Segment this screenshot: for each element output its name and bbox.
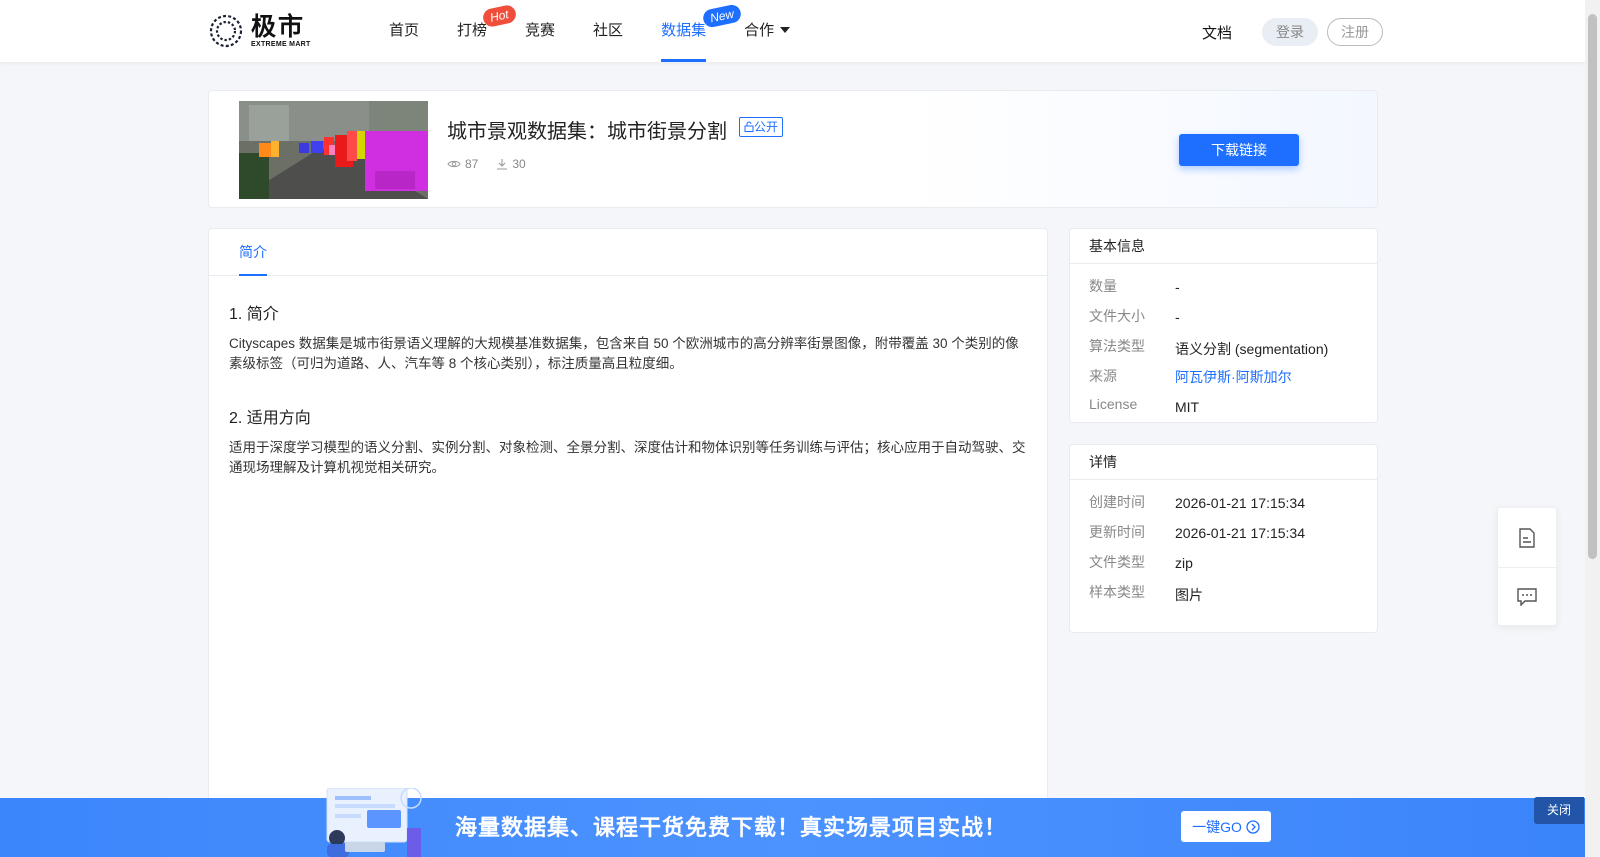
nav-home-label: 首页: [389, 22, 420, 39]
basic-info-card: 基本信息 数量 - 文件大小 - 算法类型 语义分割 (segmentation) 来…: [1069, 228, 1378, 423]
logo-en-text: EXTREME MART: [251, 40, 311, 48]
promo-go-label: 一键GO: [1192, 818, 1242, 835]
logo-mark-icon: [207, 12, 245, 50]
intro-panel: 简介 1. 简介 Cityscapes 数据集是城市街景语义理解的大规模基准数据…: [208, 228, 1048, 857]
nav-leaderboard[interactable]: 打榜 Hot: [438, 0, 518, 62]
document-icon: [1519, 527, 1535, 548]
info-value: zip: [1175, 555, 1193, 571]
info-row-license: License MIT: [1089, 392, 1358, 422]
promo-go-button[interactable]: 一键GO: [1181, 811, 1271, 842]
caret-down-icon: [780, 27, 791, 33]
promo-banner: 海量数据集、课程干货免费下载！真实场景项目实战！ 一键GO 关闭: [0, 787, 1585, 857]
info-value: 图片: [1175, 587, 1203, 603]
dataset-thumbnail: [239, 101, 428, 199]
basic-info-title: 基本信息: [1070, 229, 1377, 264]
promo-text: 海量数据集、课程干货免费下载！真实场景项目实战！: [455, 815, 1008, 840]
info-key: 样本类型: [1089, 584, 1145, 600]
info-value: MIT: [1175, 399, 1200, 415]
nav-community[interactable]: 社区: [574, 0, 642, 62]
download-icon: [497, 159, 508, 170]
detail-row-sampletype: 样本类型 图片: [1089, 578, 1358, 608]
nav-leaderboard-label: 打榜: [457, 22, 488, 39]
docs-link[interactable]: 文档: [1202, 22, 1232, 43]
page-scrollbar[interactable]: [1585, 0, 1600, 857]
info-key: 文件大小: [1089, 308, 1145, 324]
nav-cooperation-label: 合作: [744, 22, 775, 39]
info-key: 来源: [1089, 368, 1117, 384]
nav-competition[interactable]: 竞赛: [506, 0, 574, 62]
tab-intro[interactable]: 简介: [239, 229, 267, 276]
detail-row-filetype: 文件类型 zip: [1089, 548, 1358, 578]
chat-float-button[interactable]: [1498, 567, 1556, 626]
section-body: Cityscapes 数据集是城市街景语义理解的大规模基准数据集，包含来自 50…: [229, 336, 1019, 371]
info-key: License: [1089, 396, 1138, 412]
info-value: -: [1175, 279, 1180, 295]
info-row-count: 数量 -: [1089, 272, 1358, 302]
top-header: 极市 EXTREME MART 首页 打榜 Hot 竞赛 社区 数据集 New 合作…: [0, 0, 1585, 62]
details-card: 详情 创建时间 2026-01-21 17:15:34 更新时间 2026-01-2…: [1069, 444, 1378, 633]
promo-close-button[interactable]: 关闭: [1534, 797, 1584, 824]
info-row-algorithm: 算法类型 语义分割 (segmentation): [1089, 332, 1358, 362]
nav-home[interactable]: 首页: [370, 0, 438, 62]
eye-icon: [447, 160, 461, 168]
info-value: 2026-01-21 17:15:34: [1175, 495, 1305, 511]
info-key: 算法类型: [1089, 338, 1145, 354]
promo-illustration: [315, 787, 427, 857]
info-key: 文件类型: [1089, 554, 1145, 570]
downloads-stat: 30: [496, 157, 526, 171]
views-stat: 87: [447, 157, 478, 171]
info-row-size: 文件大小 -: [1089, 302, 1358, 332]
dataset-title: 城市景观数据集：城市街景分割: [447, 121, 727, 143]
detail-row-updated: 更新时间 2026-01-21 17:15:34: [1089, 518, 1358, 548]
info-row-source: 来源 阿瓦伊斯·阿斯加尔: [1089, 362, 1358, 392]
public-tag-label: 公开: [754, 120, 779, 134]
info-key: 更新时间: [1089, 524, 1145, 540]
chat-icon: [1517, 588, 1537, 606]
logo-cn-text: 极市: [251, 12, 306, 41]
site-logo[interactable]: 极市 EXTREME MART: [207, 12, 311, 50]
login-button[interactable]: 登录: [1262, 18, 1318, 46]
download-link-button[interactable]: 下载链接: [1179, 134, 1299, 166]
nav-datasets[interactable]: 数据集 New: [642, 0, 743, 62]
nav-competition-label: 竞赛: [525, 22, 556, 39]
source-link[interactable]: 阿瓦伊斯·阿斯加尔: [1175, 366, 1292, 387]
intro-content: 1. 简介 Cityscapes 数据集是城市街景语义理解的大规模基准数据集，包…: [209, 276, 1047, 532]
info-key: 数量: [1089, 278, 1117, 294]
arrow-circle-icon: [1246, 819, 1260, 834]
section-heading: 2. 适用方向: [229, 410, 311, 427]
main-nav: 首页 打榜 Hot 竞赛 社区 数据集 New 合作: [370, 0, 809, 62]
info-value: -: [1175, 309, 1180, 325]
document-float-button[interactable]: [1498, 508, 1556, 567]
downloads-count: 30: [512, 157, 526, 171]
nav-community-label: 社区: [593, 22, 624, 39]
nav-datasets-label: 数据集: [661, 22, 707, 39]
lock-open-icon: [744, 121, 754, 132]
dataset-header-card: 城市景观数据集：城市街景分割 公开 87 30 下载链接: [208, 90, 1378, 208]
content-tabs: 简介: [209, 229, 1047, 276]
section-body: 适用于深度学习模型的语义分割、实例分割、对象检测、全景分割、深度估计和物体识别等…: [229, 440, 1026, 475]
floating-toolbar: [1497, 507, 1557, 626]
details-title: 详情: [1070, 445, 1377, 480]
public-tag: 公开: [739, 117, 784, 137]
views-count: 87: [465, 157, 479, 171]
detail-row-created: 创建时间 2026-01-21 17:15:34: [1089, 488, 1358, 518]
info-value: 2026-01-21 17:15:34: [1175, 525, 1305, 541]
info-key: 创建时间: [1089, 494, 1145, 510]
nav-cooperation[interactable]: 合作: [725, 0, 809, 62]
info-value: 语义分割 (segmentation): [1175, 341, 1329, 357]
register-button[interactable]: 注册: [1327, 18, 1383, 46]
scrollbar-thumb[interactable]: [1588, 14, 1597, 559]
section-heading: 1. 简介: [229, 306, 279, 323]
